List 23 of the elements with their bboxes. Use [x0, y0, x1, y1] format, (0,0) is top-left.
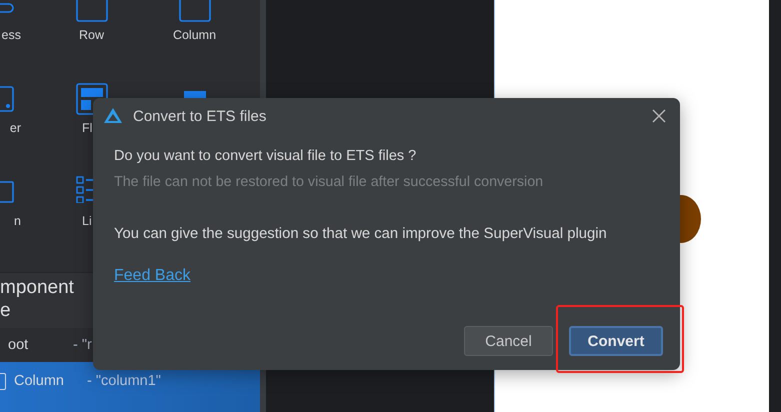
- component-name: oot: [7, 337, 30, 353]
- convert-button[interactable]: Convert: [569, 326, 663, 356]
- list-icon: [76, 176, 93, 203]
- component-id: - "r: [73, 337, 92, 353]
- component-label: Fl: [82, 121, 92, 135]
- close-button[interactable]: [652, 109, 666, 123]
- cancel-button[interactable]: Cancel: [464, 326, 553, 356]
- suggestion-text: You can give the suggestion so that we can improve the SuperVisual plugin: [114, 226, 607, 242]
- component-label: er: [10, 121, 21, 135]
- component-label: Row: [78, 28, 104, 42]
- component-id: - "column1": [87, 373, 161, 389]
- component-name: Column: [14, 373, 65, 389]
- component-label: n: [14, 214, 21, 228]
- layout-icon: [76, 83, 108, 115]
- component-label: Column: [172, 28, 216, 42]
- tree-row[interactable]: Column - "column1": [0, 362, 260, 412]
- component-label: Li: [82, 214, 92, 228]
- component-label: ess: [2, 28, 21, 42]
- question-text: Do you want to convert visual file to ETS files ?: [114, 148, 416, 164]
- app-logo-icon: [103, 107, 123, 125]
- close-icon: [652, 109, 666, 123]
- dialog-title: Convert to ETS files: [133, 108, 268, 124]
- note-text: The file can not be restored to visual file after successful conversion: [114, 174, 544, 190]
